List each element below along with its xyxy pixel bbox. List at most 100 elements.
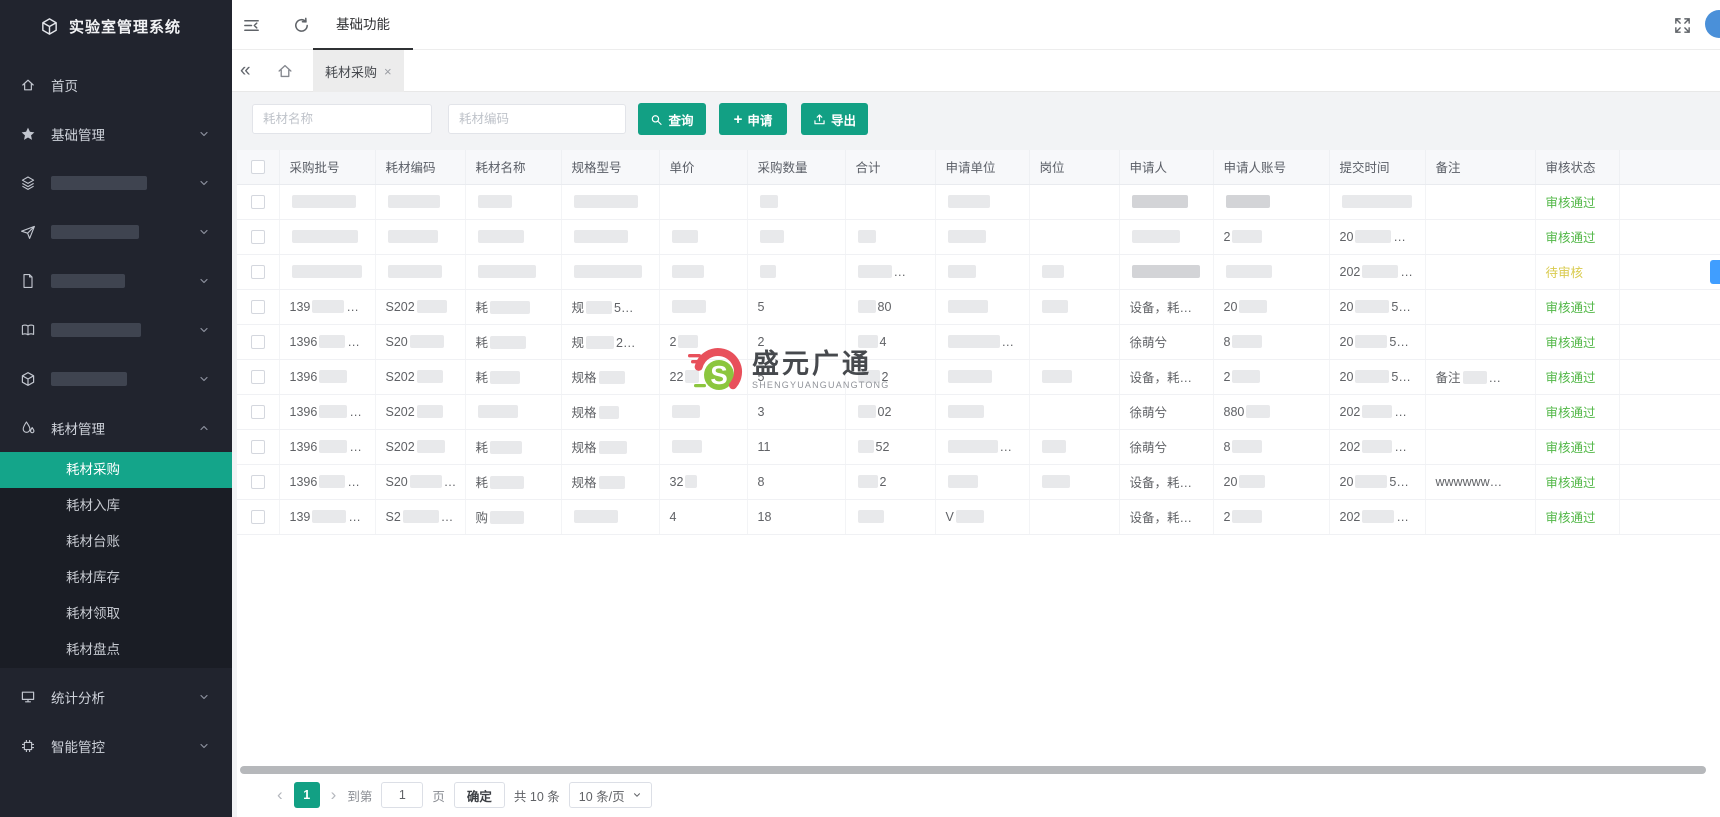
page-size-select[interactable]: 10 条/页 bbox=[569, 782, 652, 808]
chevron-down-icon bbox=[198, 128, 210, 140]
status-cell: 审核通过 bbox=[1535, 219, 1619, 254]
chevron-down-icon bbox=[198, 226, 210, 238]
redacted-value bbox=[292, 265, 362, 278]
row-checkbox[interactable] bbox=[251, 510, 265, 524]
status-badge: 审核通过 bbox=[1546, 196, 1596, 210]
table-cell bbox=[935, 289, 1029, 324]
row-checkbox[interactable] bbox=[251, 475, 265, 489]
row-checkbox[interactable] bbox=[251, 405, 265, 419]
redacted-value bbox=[1232, 370, 1260, 383]
redacted-value bbox=[1342, 195, 1412, 208]
purchase-table: 采购批号耗材编码耗材名称规格型号单价采购数量合计申请单位岗位申请人申请人账号提交… bbox=[237, 150, 1720, 535]
consumable-code-input[interactable] bbox=[448, 104, 626, 134]
sidebar-item-basic-management[interactable]: 基础管理 bbox=[0, 109, 232, 158]
status-cell: 审核通过 bbox=[1535, 394, 1619, 429]
audit-button[interactable] bbox=[1710, 260, 1720, 284]
redacted-value bbox=[574, 510, 618, 523]
table-cell: 4 bbox=[659, 499, 747, 534]
sidebar-item-redacted-2[interactable] bbox=[0, 207, 232, 256]
home-icon[interactable] bbox=[276, 62, 294, 80]
apply-button[interactable]: + 申请 bbox=[719, 103, 787, 135]
next-page-icon[interactable]: › bbox=[329, 782, 339, 808]
row-checkbox[interactable] bbox=[251, 265, 265, 279]
row-checkbox[interactable] bbox=[251, 230, 265, 244]
sidebar-subitem-consumable-ledger[interactable]: 耗材台账 bbox=[0, 524, 232, 560]
redacted-value bbox=[858, 265, 892, 278]
redacted-value bbox=[858, 510, 884, 523]
redacted-value bbox=[319, 335, 345, 348]
table-row: …202…待审核 bbox=[237, 254, 1720, 289]
search-button-label: 查询 bbox=[668, 110, 693, 129]
horizontal-scrollbar[interactable] bbox=[240, 766, 1706, 774]
sidebar-submenu: 耗材采购耗材入库耗材台账耗材库存耗材领取耗材盘点 bbox=[0, 452, 232, 668]
sidebar-item-consumable-management[interactable]: 耗材管理 bbox=[0, 403, 232, 452]
status-badge: 审核通过 bbox=[1546, 441, 1596, 455]
table-cell bbox=[561, 184, 659, 219]
sidebar-subitem-label: 耗材台账 bbox=[66, 534, 120, 549]
redacted-label bbox=[51, 225, 139, 239]
prev-page-icon[interactable]: ‹ bbox=[275, 782, 285, 808]
sidebar-subitem-consumable-stock[interactable]: 耗材库存 bbox=[0, 560, 232, 596]
sidebar-item-statistics[interactable]: 统计分析 bbox=[0, 672, 232, 721]
redacted-value bbox=[388, 230, 438, 243]
table-cell: 1396… bbox=[279, 464, 375, 499]
row-checkbox-cell bbox=[237, 289, 279, 324]
redacted-label bbox=[51, 372, 127, 386]
redacted-value bbox=[1355, 335, 1387, 348]
table-cell: 202… bbox=[1329, 394, 1425, 429]
close-icon[interactable]: × bbox=[384, 64, 392, 79]
column-header: 申请人 bbox=[1119, 150, 1213, 184]
sidebar-item-redacted-4[interactable] bbox=[0, 305, 232, 354]
table-cell: 规5… bbox=[561, 289, 659, 324]
redacted-value bbox=[672, 440, 702, 453]
export-button[interactable]: 导出 bbox=[801, 103, 868, 135]
collapse-tabs-icon[interactable]: « bbox=[240, 59, 251, 83]
book-icon bbox=[20, 322, 36, 338]
table-cell bbox=[375, 184, 465, 219]
sidebar-subitem-consumable-stocktake[interactable]: 耗材盘点 bbox=[0, 632, 232, 668]
sidebar-item-home[interactable]: 首页 bbox=[0, 60, 232, 109]
fullscreen-icon[interactable] bbox=[1673, 16, 1692, 35]
row-checkbox[interactable] bbox=[251, 440, 265, 454]
table-cell: 耗 bbox=[465, 464, 561, 499]
table-cell: 205… bbox=[1329, 359, 1425, 394]
confirm-button[interactable]: 确定 bbox=[454, 782, 505, 808]
actions-cell bbox=[1619, 464, 1720, 499]
sidebar-item-redacted-3[interactable] bbox=[0, 256, 232, 305]
table-cell: 规格 bbox=[561, 464, 659, 499]
select-all-checkbox[interactable] bbox=[251, 160, 265, 174]
sidebar-subitem-consumable-claim[interactable]: 耗材领取 bbox=[0, 596, 232, 632]
row-checkbox[interactable] bbox=[251, 300, 265, 314]
sidebar-item-redacted-5[interactable] bbox=[0, 354, 232, 403]
row-checkbox[interactable] bbox=[251, 195, 265, 209]
sidebar-subitem-label: 耗材采购 bbox=[66, 462, 120, 477]
table-cell: 2 bbox=[1213, 499, 1329, 534]
table-cell bbox=[1425, 394, 1535, 429]
sidebar-item-smart-control[interactable]: 智能管控 bbox=[0, 721, 232, 770]
consumable-name-input[interactable] bbox=[252, 104, 432, 134]
table-cell: S202 bbox=[375, 429, 465, 464]
redacted-value bbox=[1042, 440, 1066, 453]
tab-chip-consumable-purchase[interactable]: 耗材采购 × bbox=[313, 50, 404, 92]
sidebar-item-redacted-1[interactable] bbox=[0, 158, 232, 207]
redacted-value bbox=[574, 265, 642, 278]
avatar[interactable] bbox=[1705, 10, 1720, 38]
menu-fold-icon[interactable] bbox=[242, 16, 261, 35]
sidebar-subitem-consumable-purchase[interactable]: 耗材采购 bbox=[0, 452, 232, 488]
table-cell: 202… bbox=[1329, 429, 1425, 464]
row-checkbox[interactable] bbox=[251, 370, 265, 384]
row-checkbox-cell bbox=[237, 254, 279, 289]
refresh-icon[interactable] bbox=[292, 16, 311, 35]
tab-basic-functions[interactable]: 基础功能 bbox=[313, 0, 413, 50]
table-cell bbox=[1029, 324, 1119, 359]
page-number-button[interactable]: 1 bbox=[294, 782, 320, 808]
table-cell: 耗 bbox=[465, 429, 561, 464]
table-cell bbox=[1029, 394, 1119, 429]
layers-icon bbox=[20, 175, 36, 191]
goto-page-input[interactable] bbox=[381, 782, 423, 808]
sidebar-subitem-consumable-inbound[interactable]: 耗材入库 bbox=[0, 488, 232, 524]
search-button[interactable]: 查询 bbox=[638, 103, 706, 135]
row-checkbox[interactable] bbox=[251, 335, 265, 349]
table-cell bbox=[465, 184, 561, 219]
redacted-value bbox=[490, 371, 520, 384]
